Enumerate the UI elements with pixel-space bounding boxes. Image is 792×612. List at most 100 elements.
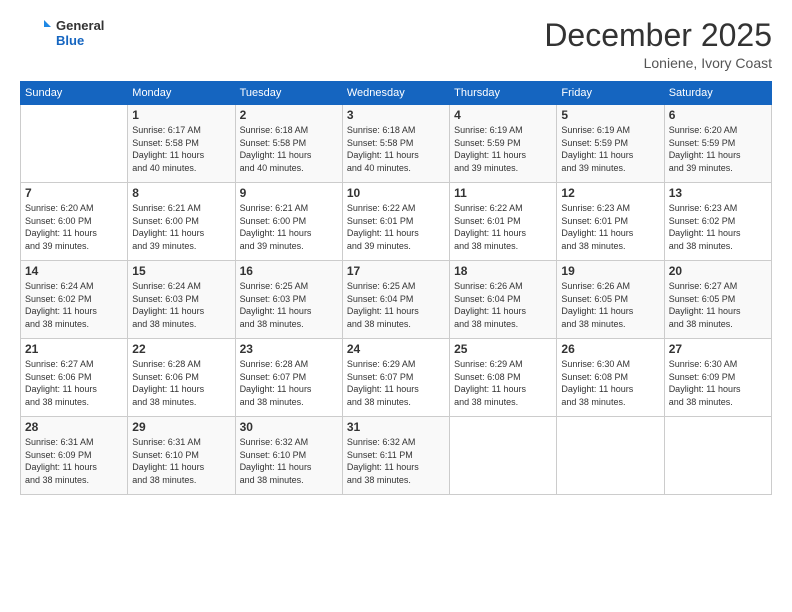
day-number: 30 [240,420,338,434]
calendar-cell [664,417,771,495]
day-info: Sunrise: 6:20 AM Sunset: 5:59 PM Dayligh… [669,124,767,174]
calendar-cell [21,105,128,183]
day-number: 12 [561,186,659,200]
calendar-cell: 8 Sunrise: 6:21 AM Sunset: 6:00 PM Daylig… [128,183,235,261]
day-number: 5 [561,108,659,122]
day-number: 17 [347,264,445,278]
week-row-5: 28 Sunrise: 6:31 AM Sunset: 6:09 PM Dayli… [21,417,772,495]
day-number: 23 [240,342,338,356]
calendar-cell [450,417,557,495]
calendar-cell: 26Sunrise: 6:30 AM Sunset: 6:08 PM Dayli… [557,339,664,417]
day-number: 19 [561,264,659,278]
calendar-cell: 21Sunrise: 6:27 AM Sunset: 6:06 PM Dayli… [21,339,128,417]
day-number: 22 [132,342,230,356]
calendar-cell: 11Sunrise: 6:22 AM Sunset: 6:01 PM Dayli… [450,183,557,261]
calendar-cell: 25 Sunrise: 6:29 AM Sunset: 6:08 PM Dayli… [450,339,557,417]
day-number: 14 [25,264,123,278]
day-info: Sunrise: 6:20 AM Sunset: 6:00 PM Dayligh… [25,202,123,252]
day-number: 4 [454,108,552,122]
week-row-4: 21Sunrise: 6:27 AM Sunset: 6:06 PM Dayli… [21,339,772,417]
day-info: Sunrise: 6:23 AM Sunset: 6:02 PM Dayligh… [669,202,767,252]
day-number: 25 [454,342,552,356]
header-cell-sunday: Sunday [21,82,128,105]
header-cell-saturday: Saturday [664,82,771,105]
header-cell-thursday: Thursday [450,82,557,105]
day-number: 6 [669,108,767,122]
day-info: Sunrise: 6:23 AM Sunset: 6:01 PM Dayligh… [561,202,659,252]
calendar-cell: 6 Sunrise: 6:20 AM Sunset: 5:59 PM Daylig… [664,105,771,183]
week-row-1: 1 Sunrise: 6:17 AM Sunset: 5:58 PM Daylig… [21,105,772,183]
logo-svg [20,18,52,50]
calendar-cell: 19 Sunrise: 6:26 AM Sunset: 6:05 PM Dayli… [557,261,664,339]
day-info: Sunrise: 6:29 AM Sunset: 6:08 PM Dayligh… [454,358,552,408]
title-block: December 2025 Loniene, Ivory Coast [544,18,772,71]
day-number: 9 [240,186,338,200]
calendar-cell: 9 Sunrise: 6:21 AM Sunset: 6:00 PM Daylig… [235,183,342,261]
day-info: Sunrise: 6:19 AM Sunset: 5:59 PM Dayligh… [454,124,552,174]
header-row: SundayMondayTuesdayWednesdayThursdayFrid… [21,82,772,105]
day-number: 29 [132,420,230,434]
calendar-cell: 22 Sunrise: 6:28 AM Sunset: 6:06 PM Dayli… [128,339,235,417]
day-info: Sunrise: 6:21 AM Sunset: 6:00 PM Dayligh… [132,202,230,252]
calendar-cell: 1 Sunrise: 6:17 AM Sunset: 5:58 PM Daylig… [128,105,235,183]
day-number: 24 [347,342,445,356]
calendar-cell: 13Sunrise: 6:23 AM Sunset: 6:02 PM Dayli… [664,183,771,261]
day-info: Sunrise: 6:27 AM Sunset: 6:05 PM Dayligh… [669,280,767,330]
calendar-cell [557,417,664,495]
calendar-cell: 18Sunrise: 6:26 AM Sunset: 6:04 PM Dayli… [450,261,557,339]
day-number: 20 [669,264,767,278]
calendar-table: SundayMondayTuesdayWednesdayThursdayFrid… [20,81,772,495]
day-info: Sunrise: 6:22 AM Sunset: 6:01 PM Dayligh… [347,202,445,252]
day-info: Sunrise: 6:30 AM Sunset: 6:08 PM Dayligh… [561,358,659,408]
header-cell-friday: Friday [557,82,664,105]
day-number: 10 [347,186,445,200]
calendar-cell: 29 Sunrise: 6:31 AM Sunset: 6:10 PM Dayli… [128,417,235,495]
day-number: 28 [25,420,123,434]
calendar-cell: 4 Sunrise: 6:19 AM Sunset: 5:59 PM Daylig… [450,105,557,183]
calendar-cell: 24Sunrise: 6:29 AM Sunset: 6:07 PM Dayli… [342,339,449,417]
calendar-cell: 27Sunrise: 6:30 AM Sunset: 6:09 PM Dayli… [664,339,771,417]
calendar-cell: 20 Sunrise: 6:27 AM Sunset: 6:05 PM Dayli… [664,261,771,339]
calendar-cell: 16Sunrise: 6:25 AM Sunset: 6:03 PM Dayli… [235,261,342,339]
day-info: Sunrise: 6:32 AM Sunset: 6:11 PM Dayligh… [347,436,445,486]
day-number: 11 [454,186,552,200]
logo: General Blue [20,18,104,50]
calendar-cell: 3 Sunrise: 6:18 AM Sunset: 5:58 PM Daylig… [342,105,449,183]
day-number: 7 [25,186,123,200]
calendar-page: General Blue December 2025 Loniene, Ivor… [0,0,792,612]
day-info: Sunrise: 6:25 AM Sunset: 6:04 PM Dayligh… [347,280,445,330]
day-info: Sunrise: 6:31 AM Sunset: 6:10 PM Dayligh… [132,436,230,486]
day-info: Sunrise: 6:28 AM Sunset: 6:06 PM Dayligh… [132,358,230,408]
day-info: Sunrise: 6:24 AM Sunset: 6:02 PM Dayligh… [25,280,123,330]
day-info: Sunrise: 6:21 AM Sunset: 6:00 PM Dayligh… [240,202,338,252]
day-info: Sunrise: 6:18 AM Sunset: 5:58 PM Dayligh… [347,124,445,174]
calendar-cell: 12 Sunrise: 6:23 AM Sunset: 6:01 PM Dayli… [557,183,664,261]
header-cell-monday: Monday [128,82,235,105]
header-cell-wednesday: Wednesday [342,82,449,105]
calendar-cell: 14 Sunrise: 6:24 AM Sunset: 6:02 PM Dayli… [21,261,128,339]
day-info: Sunrise: 6:26 AM Sunset: 6:05 PM Dayligh… [561,280,659,330]
calendar-cell: 28 Sunrise: 6:31 AM Sunset: 6:09 PM Dayli… [21,417,128,495]
location-subtitle: Loniene, Ivory Coast [544,55,772,71]
calendar-cell: 31 Sunrise: 6:32 AM Sunset: 6:11 PM Dayli… [342,417,449,495]
logo-line2: Blue [56,34,104,49]
day-info: Sunrise: 6:31 AM Sunset: 6:09 PM Dayligh… [25,436,123,486]
day-info: Sunrise: 6:32 AM Sunset: 6:10 PM Dayligh… [240,436,338,486]
day-number: 21 [25,342,123,356]
day-info: Sunrise: 6:17 AM Sunset: 5:58 PM Dayligh… [132,124,230,174]
day-number: 3 [347,108,445,122]
calendar-cell: 7 Sunrise: 6:20 AM Sunset: 6:00 PM Daylig… [21,183,128,261]
day-info: Sunrise: 6:19 AM Sunset: 5:59 PM Dayligh… [561,124,659,174]
day-number: 8 [132,186,230,200]
header: General Blue December 2025 Loniene, Ivor… [20,18,772,71]
logo-line1: General [56,19,104,34]
day-info: Sunrise: 6:30 AM Sunset: 6:09 PM Dayligh… [669,358,767,408]
week-row-2: 7 Sunrise: 6:20 AM Sunset: 6:00 PM Daylig… [21,183,772,261]
month-title: December 2025 [544,18,772,53]
day-number: 16 [240,264,338,278]
day-number: 1 [132,108,230,122]
calendar-cell: 17 Sunrise: 6:25 AM Sunset: 6:04 PM Dayli… [342,261,449,339]
day-info: Sunrise: 6:24 AM Sunset: 6:03 PM Dayligh… [132,280,230,330]
day-number: 31 [347,420,445,434]
day-number: 18 [454,264,552,278]
